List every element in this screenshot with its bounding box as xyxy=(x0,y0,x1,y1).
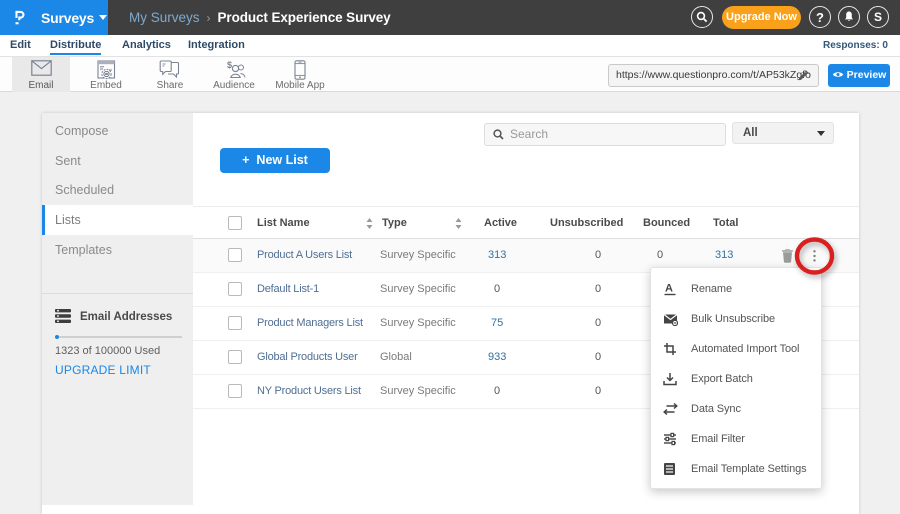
svg-text:A: A xyxy=(665,283,673,295)
svg-text:$: $ xyxy=(227,60,232,70)
